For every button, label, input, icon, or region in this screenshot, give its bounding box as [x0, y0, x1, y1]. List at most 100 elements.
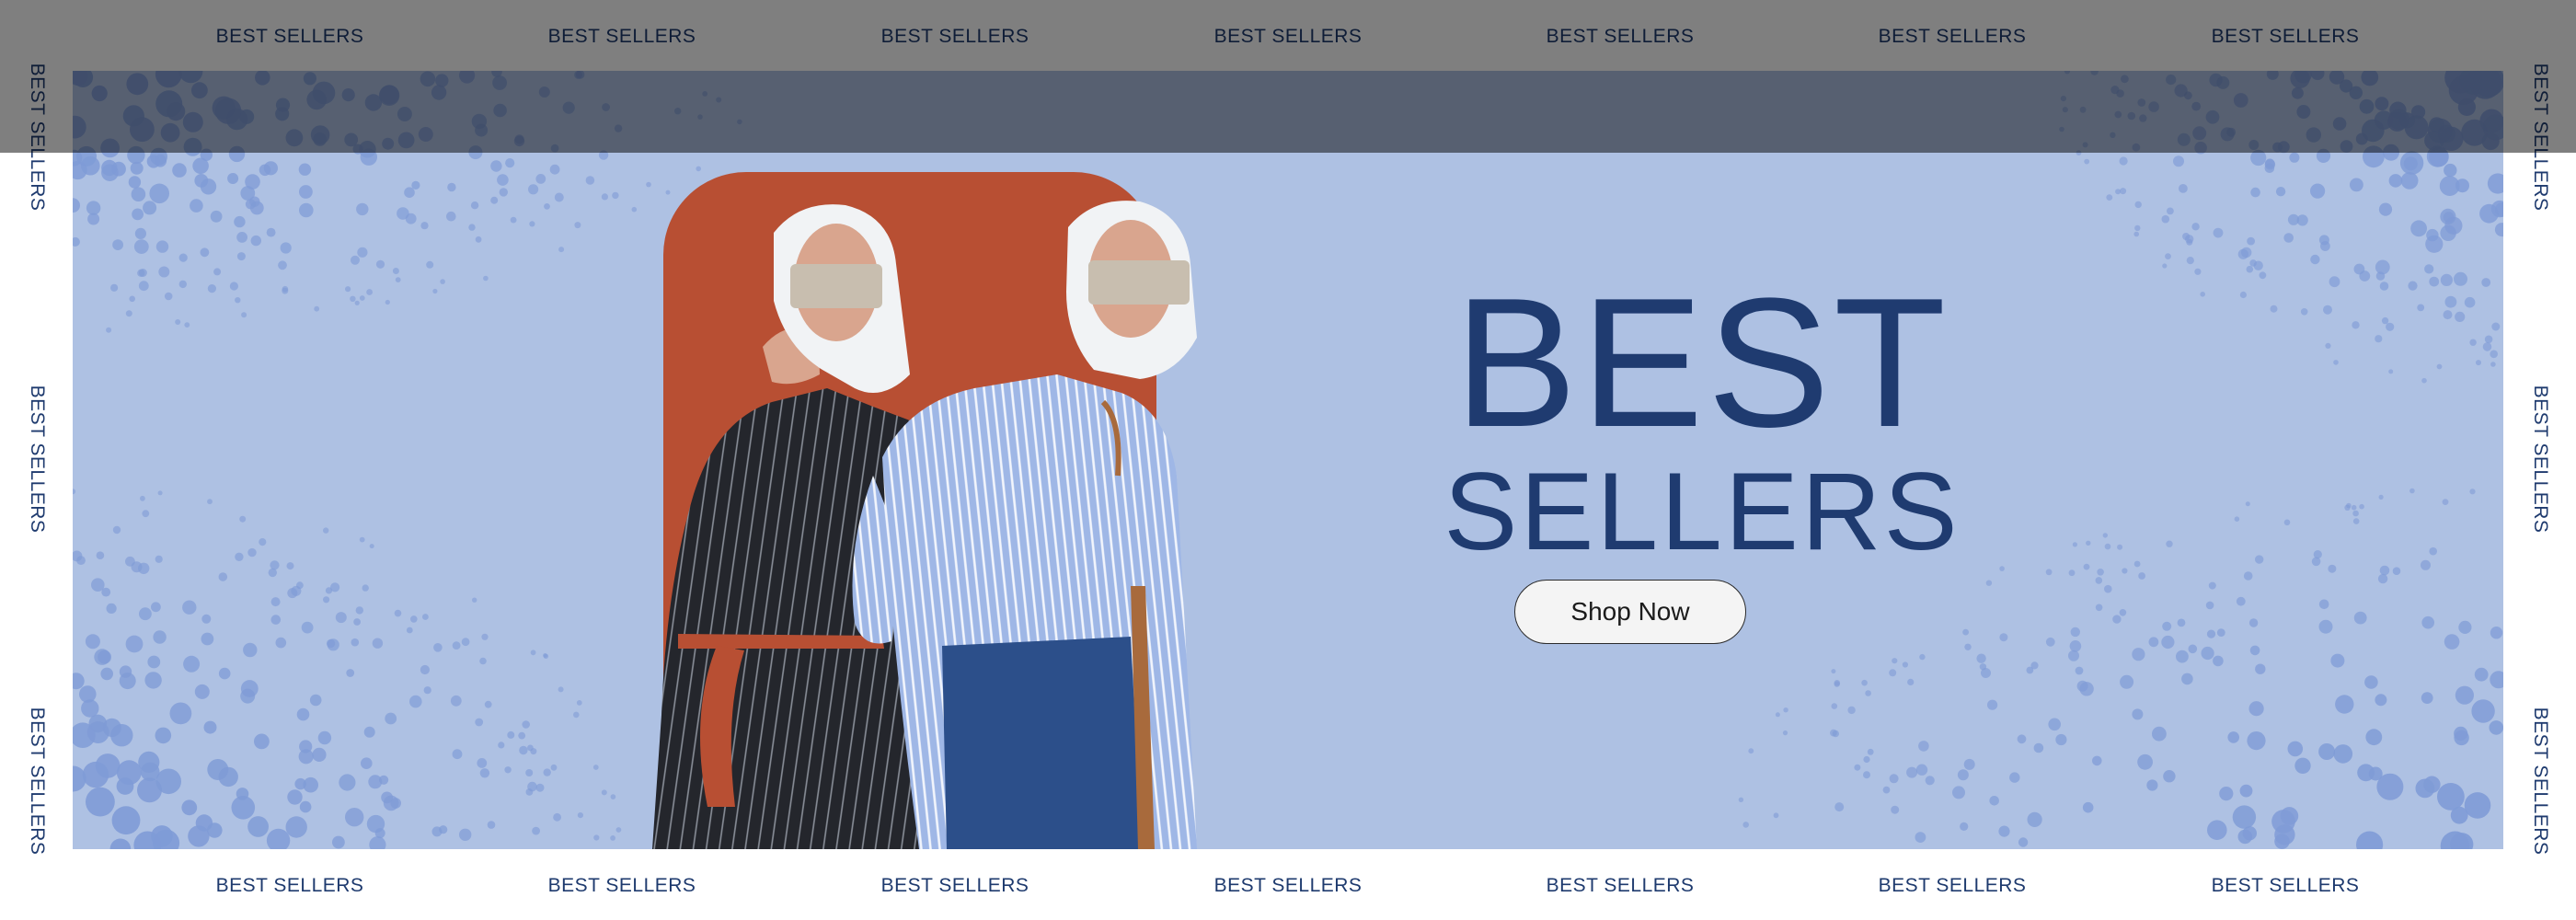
halftone-dot [2417, 304, 2425, 312]
ticker-right: BEST SELLERS BEST SELLERS BEST SELLERS [2503, 63, 2576, 856]
halftone-dot [522, 720, 530, 729]
ticker-left-item: BEST SELLERS [26, 707, 48, 856]
halftone-dot [2188, 644, 2198, 654]
halftone-dot [2318, 599, 2329, 610]
halftone-dot [2291, 86, 2304, 99]
halftone-dot [1773, 812, 1779, 819]
halftone-dot [2206, 629, 2216, 638]
halftone-dot [73, 115, 86, 139]
halftone-dot [2060, 96, 2066, 102]
halftone-dot [335, 612, 347, 624]
halftone-dot [468, 224, 476, 231]
halftone-dot [2186, 257, 2194, 265]
halftone-dot [280, 242, 292, 254]
halftone-dot [492, 75, 507, 90]
halftone-dot [2353, 263, 2365, 275]
halftone-dot [490, 196, 499, 204]
halftone-dot [2424, 264, 2434, 274]
halftone-dot [140, 762, 160, 782]
halftone-dot [2070, 627, 2080, 638]
halftone-dot [397, 107, 412, 121]
halftone-dot [423, 686, 431, 695]
halftone-dot [299, 740, 313, 753]
halftone-dot [2455, 685, 2474, 705]
halftone-dot [353, 618, 361, 626]
halftone-dot [2320, 241, 2330, 251]
halftone-dot [431, 826, 443, 837]
halftone-dot [2490, 627, 2503, 639]
halftone-dot [493, 103, 507, 118]
halftone-dot [278, 260, 287, 270]
halftone-dot [2455, 178, 2469, 193]
halftone-dot [247, 816, 269, 837]
halftone-dot [2333, 744, 2353, 764]
ticker-right-item: BEST SELLERS [2529, 63, 2551, 212]
halftone-dot [2421, 692, 2433, 704]
halftone-dot [110, 283, 119, 292]
halftone-dot [1998, 825, 2010, 837]
halftone-dot [450, 695, 462, 707]
halftone-dot [1957, 769, 1969, 781]
halftone-dot [2340, 79, 2353, 93]
halftone-dot [158, 266, 170, 278]
halftone-dot [263, 161, 278, 176]
ticker-top-item: BEST SELLERS [1546, 26, 1695, 47]
halftone-dot [298, 163, 312, 176]
halftone-dot [2346, 502, 2352, 509]
halftone-dot [2200, 292, 2205, 297]
halftone-dot [313, 132, 328, 146]
halftone-dot [157, 490, 163, 496]
halftone-dot [420, 664, 430, 675]
halftone-dot [2436, 363, 2443, 370]
halftone-dot [2162, 263, 2168, 269]
halftone-dot [2082, 142, 2088, 148]
halftone-dot [562, 101, 575, 114]
halftone-dot [527, 744, 534, 752]
halftone-dot [2484, 335, 2493, 344]
halftone-dot [364, 94, 383, 111]
halftone-dot [172, 163, 187, 178]
halftone-dot [325, 587, 333, 594]
halftone-dot [2474, 667, 2489, 682]
halftone-dot [1915, 764, 1928, 776]
halftone-dot [470, 201, 479, 210]
halftone-dot [100, 667, 113, 681]
halftone-dot [477, 758, 488, 768]
halftone-dot [2233, 93, 2248, 108]
halftone-dot [2191, 101, 2202, 111]
halftone-dot [535, 174, 546, 184]
halftone-dot [149, 183, 169, 204]
halftone-dot [2133, 231, 2139, 237]
halftone-dot [241, 312, 247, 318]
halftone-dot [406, 627, 413, 634]
halftone-dot [498, 742, 505, 749]
halftone-dot [2454, 726, 2468, 742]
halftone-dot [558, 247, 565, 253]
halftone-dot [151, 602, 161, 613]
halftone-dot [2249, 645, 2260, 656]
halftone-dot [2482, 342, 2492, 351]
halftone-dot [2112, 615, 2122, 624]
halftone-dot [201, 614, 212, 624]
halftone-dot [354, 300, 360, 305]
halftone-dot [2359, 98, 2375, 114]
halftone-dot [379, 775, 389, 785]
halftone-dot [1925, 776, 1935, 786]
halftone-dot [2139, 114, 2147, 122]
halftone-dot [2444, 295, 2457, 308]
halftone-dot [2048, 718, 2061, 731]
shop-now-button[interactable]: Shop Now [1514, 580, 1746, 644]
halftone-dot [504, 766, 512, 774]
halftone-dot [73, 673, 85, 690]
halftone-dot [461, 638, 470, 647]
halftone-dot [2352, 518, 2360, 524]
halftone-dot [2219, 787, 2234, 801]
halftone-dot [359, 536, 365, 543]
halftone-dot [2375, 694, 2387, 707]
halftone-dot [351, 638, 360, 647]
halftone-dot [2494, 223, 2503, 237]
ticker-left-item: BEST SELLERS [26, 385, 48, 534]
halftone-dot [228, 145, 246, 163]
halftone-dot [2440, 208, 2456, 224]
halftone-dot [1742, 822, 1749, 828]
